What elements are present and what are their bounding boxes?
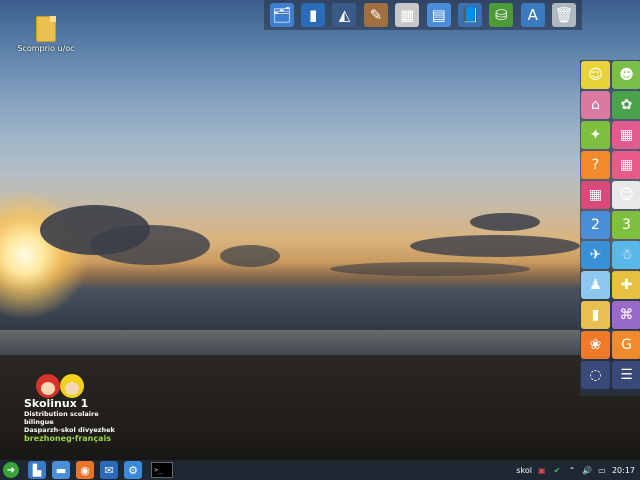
calculator-icon[interactable]: ▦ (395, 3, 420, 27)
learning-app-15-icon[interactable]: ♟ (581, 271, 610, 299)
learning-app-10-icon[interactable]: ☺ (612, 181, 640, 209)
taskbar: ➜ ▙ ▬ ◉ ✉ ⚙ >_ skol ▣ ✔ ⌃ 🔊 ▭ 20:17 (0, 460, 640, 480)
learning-app-6-icon[interactable]: ▦ (612, 121, 640, 149)
learning-app-11-icon[interactable]: 2 (581, 211, 610, 239)
writer-icon[interactable]: ▤ (426, 3, 451, 27)
cloud (330, 262, 530, 276)
shield-check-icon[interactable]: ✔ (552, 465, 562, 475)
learning-app-13-icon[interactable]: ✈ (581, 241, 610, 269)
paint-brush-icon[interactable]: ✎ (363, 3, 388, 27)
cloud (470, 213, 540, 231)
application-menu-button[interactable]: ➜ (3, 462, 19, 478)
skolinux-logo: Skolinux 1 Distribution scolaire bilingu… (24, 374, 124, 443)
kid-red-icon (36, 374, 60, 398)
tray-expand-icon[interactable]: ⌃ (567, 465, 577, 475)
learning-app-3-icon[interactable]: ⌂ (581, 91, 610, 119)
learning-app-1-icon[interactable]: ☺ (581, 61, 610, 89)
network-status-icon[interactable]: ▣ (537, 465, 547, 475)
learning-app-16-icon[interactable]: ✚ (612, 271, 640, 299)
educational-apps-panel: ☺ ☻ ⌂ ✿ ✦ ▦? ▦ ▦ ☺ 2 3 ✈ ☃ ♟ ✚ ▮ ⌘ ❀ G ◌ ☰ (580, 60, 640, 396)
logo-line-1: Distribution scolaire bilingue (24, 410, 99, 426)
tray-user: skol (516, 465, 532, 475)
learning-app-8-icon[interactable]: ▦ (612, 151, 640, 179)
folder-file-icon (36, 16, 56, 42)
list-menu-icon[interactable]: ☰ (612, 361, 640, 389)
mail-icon[interactable]: ✉ (100, 461, 118, 479)
learning-app-2-icon[interactable]: ☻ (612, 61, 640, 89)
logo-lang-left: brezhoneg (24, 434, 72, 443)
settings-icon[interactable]: ⚙ (124, 461, 142, 479)
network-icon[interactable]: ⛁ (489, 3, 514, 27)
cloud (90, 225, 210, 265)
circle-menu-icon[interactable]: ◌ (581, 361, 610, 389)
learning-app-18-icon[interactable]: ⌘ (612, 301, 640, 329)
trash-icon[interactable]: 🗑 (552, 3, 577, 27)
display-icon[interactable]: ▭ (597, 465, 607, 475)
logo-line-2: Dasparzh-skol divyezhek (24, 426, 115, 434)
gcompris-icon[interactable]: G (612, 331, 640, 359)
learning-app-7-icon[interactable]: ? (581, 151, 610, 179)
learning-app-17-icon[interactable]: ▮ (581, 301, 610, 329)
font-tool-icon[interactable]: A (520, 3, 545, 27)
file-manager-icon[interactable]: 🗂 (269, 3, 294, 27)
cloud (410, 235, 580, 257)
document-icon[interactable]: ▮ (301, 3, 326, 27)
system-tray: skol ▣ ✔ ⌃ 🔊 ▭ 20:17 (516, 465, 640, 475)
reader-icon[interactable]: 📘 (458, 3, 483, 27)
kid-yellow-icon (60, 374, 84, 398)
logo-languages: brezhoneg·français (24, 434, 124, 443)
volume-icon[interactable]: 🔊 (582, 465, 592, 475)
kids-logo (36, 374, 124, 398)
logo-title: Skolinux 1 (24, 397, 89, 410)
desktop-file-label: Scomprio u/oc (17, 44, 75, 53)
firefox-icon[interactable]: ◉ (76, 461, 94, 479)
learning-app-9-icon[interactable]: ▦ (581, 181, 610, 209)
learning-app-14-icon[interactable]: ☃ (612, 241, 640, 269)
cloud (220, 245, 280, 267)
learning-app-4-icon[interactable]: ✿ (612, 91, 640, 119)
learning-app-5-icon[interactable]: ✦ (581, 121, 610, 149)
clock[interactable]: 20:17 (612, 466, 635, 475)
files-icon[interactable]: ▙ (28, 461, 46, 479)
desktop-file[interactable]: Scomprio u/oc (16, 16, 76, 53)
sea-surface (0, 330, 640, 358)
learning-app-12-icon[interactable]: 3 (612, 211, 640, 239)
taskbar-launchers: ▙ ▬ ◉ ✉ ⚙ (25, 461, 145, 479)
top-dock: 🗂 ▮ ◭ ✎ ▦ ▤ 📘 ⛁ A 🗑 (264, 0, 582, 30)
logo-lang-right: français (74, 434, 112, 443)
folder-icon[interactable]: ▬ (52, 461, 70, 479)
terminal-window-button[interactable]: >_ (151, 462, 173, 478)
vector-draw-icon[interactable]: ◭ (332, 3, 357, 27)
tux-paint-icon[interactable]: ❀ (581, 331, 610, 359)
